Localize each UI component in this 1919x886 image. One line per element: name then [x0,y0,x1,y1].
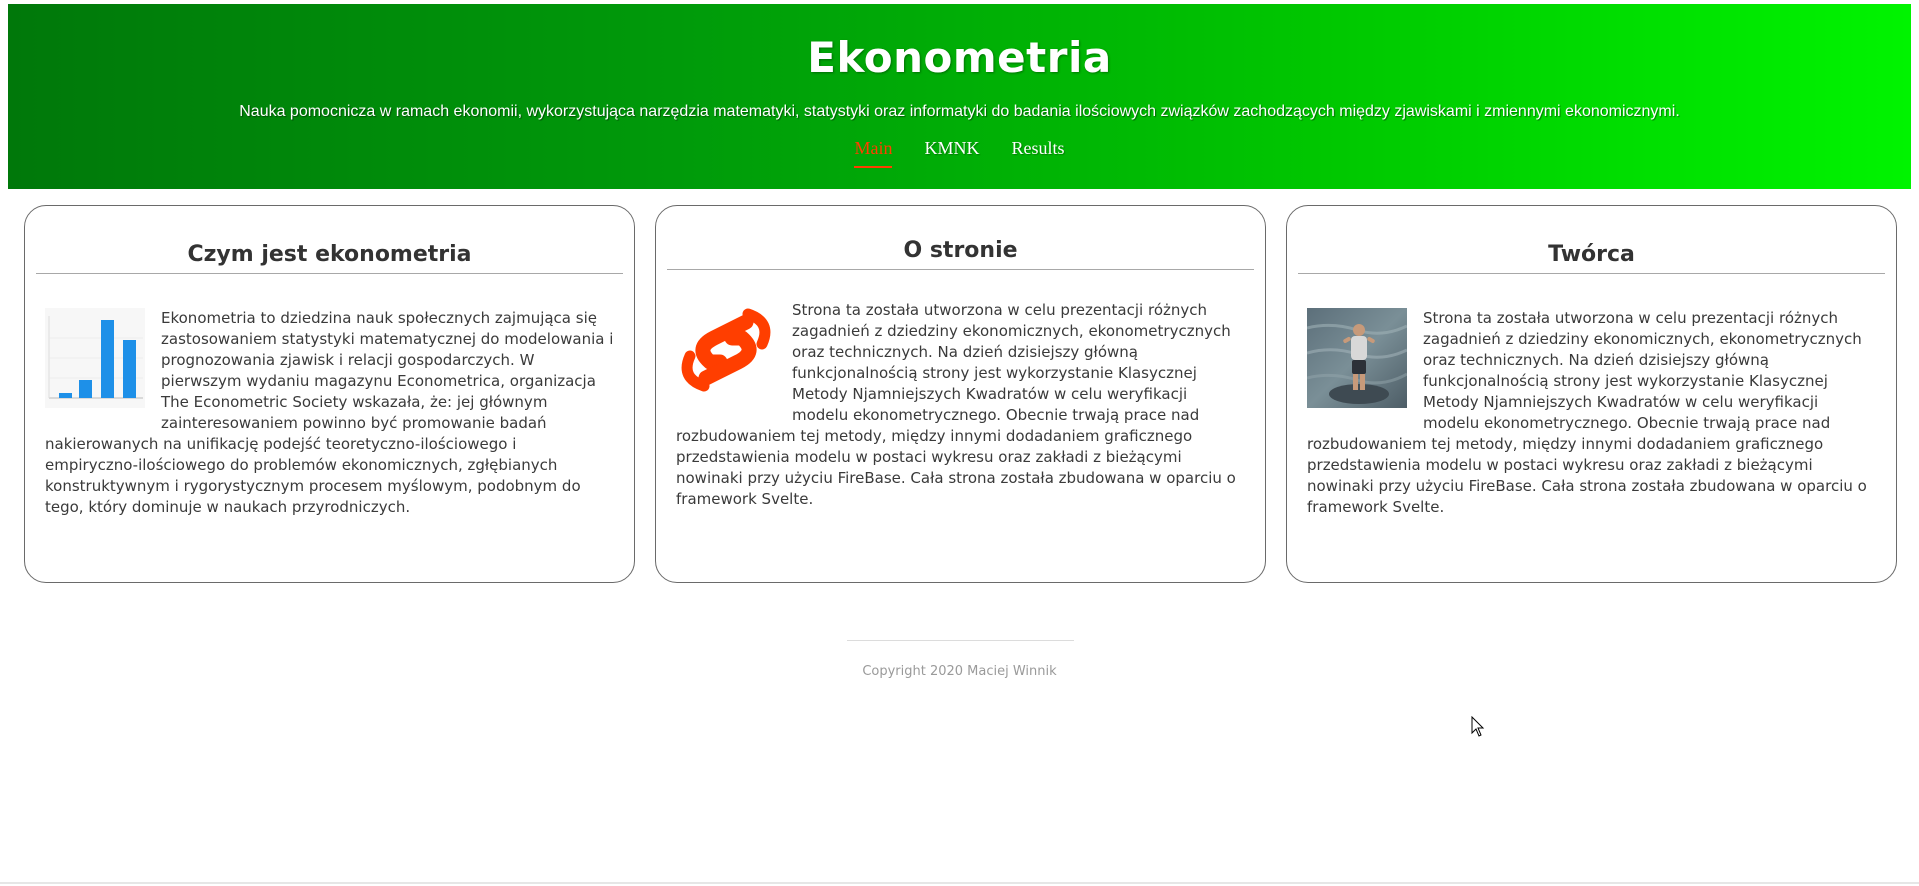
page-bottom-border [0,882,1919,884]
bar-chart-thumbnail [45,308,145,408]
card-body: Ekonometria to dziedzina nauk społecznyc… [45,308,614,518]
card-title: Twórca [1298,242,1885,274]
author-photo [1307,308,1407,408]
mouse-cursor-icon [1471,716,1485,737]
footer-divider [847,640,1074,641]
nav-link-main[interactable]: Main [854,138,893,168]
nav-link-kmnk[interactable]: KMNK [924,138,979,168]
card-body: Strona ta została utworzona w celu preze… [676,300,1245,510]
nav-link-results[interactable]: Results [1012,138,1065,168]
site-subtitle: Nauka pomocnicza w ramach ekonomii, wyko… [239,103,1680,120]
card-title: O stronie [667,238,1254,270]
site-header: Ekonometria Nauka pomocnicza w ramach ek… [8,4,1911,189]
card-econometrics: Czym jest ekonometria Ekonometria to dzi… [24,205,635,583]
main-nav: Main KMNK Results [8,138,1911,168]
card-body: Strona ta została utworzona w celu preze… [1307,308,1876,518]
card-about: O stronie Strona ta została utworzona w … [655,205,1266,583]
copyright-text: Copyright 2020 Maciej Winnik [862,664,1057,679]
card-title: Czym jest ekonometria [36,242,623,274]
card-author: Twórca Strona ta została utworzona w cel… [1286,205,1897,583]
site-title: Ekonometria [807,33,1112,82]
svelte-logo [681,308,771,392]
